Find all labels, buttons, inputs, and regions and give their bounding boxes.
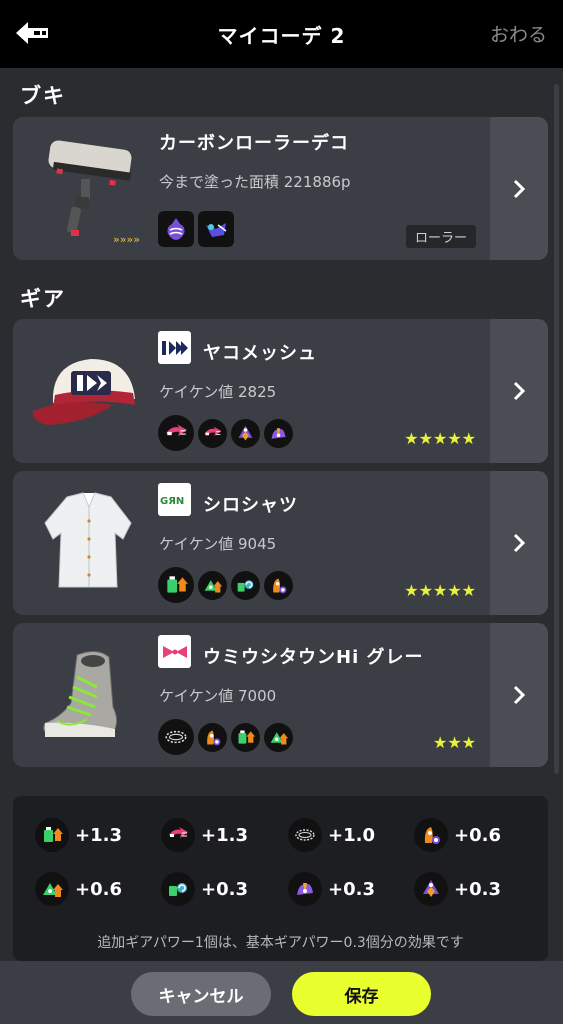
summary-item: +0.6 (35, 872, 122, 906)
gear-card-clothes[interactable]: GЯN シロシャツ ケイケン値 9045 ★★★★★ (13, 471, 548, 615)
page-title: マイコーデ 2 (217, 23, 346, 48)
summary-item: +1.0 (288, 818, 375, 852)
quick-super-jump-icon (198, 722, 227, 752)
quick-super-jump-icon (264, 570, 293, 600)
gear-stars-shoes: ★★★ (432, 733, 476, 752)
summary-value: +1.0 (328, 824, 375, 846)
summary-item: +0.3 (288, 872, 375, 906)
sub-resistance-up-icon (414, 872, 448, 906)
summary-item: +1.3 (161, 818, 248, 852)
gear-abilities-clothes (158, 567, 293, 603)
ink-saver-main-icon (158, 567, 194, 603)
summary-value: +1.3 (75, 824, 122, 846)
shoes-image (27, 637, 149, 757)
gear-section-label: ギア (20, 287, 66, 311)
gear-detail-button-shoes[interactable] (490, 623, 548, 767)
gear-power-note: 追加ギアパワー1個は、基本ギアパワー0.3個分の効果です (97, 935, 464, 951)
gear-exp-clothes: ケイケン値 9045 (159, 535, 277, 553)
finish-button[interactable]: おわる (490, 20, 547, 47)
ink-vac-icon (198, 211, 234, 247)
summary-item: +0.3 (161, 872, 248, 906)
summary-value: +0.3 (454, 878, 501, 900)
quick-respawn-icon (158, 415, 194, 451)
special-saver-icon (264, 418, 293, 448)
summary-value: +0.6 (454, 824, 501, 846)
summary-item: +0.6 (414, 818, 501, 852)
svg-text:»»»»: »»»» (113, 233, 140, 246)
weapon-name: カーボンローラーデコ (159, 133, 349, 154)
gear-name-clothes: シロシャツ (203, 495, 298, 516)
scrollbar[interactable] (554, 84, 559, 774)
svg-text:GЯN: GЯN (160, 496, 184, 507)
weapon-card[interactable]: »»»» カーボンローラーデコ 今まで塗った面積 221886p ローラー (13, 117, 548, 260)
splash-wall-icon (158, 211, 194, 247)
chevron-right-icon (513, 381, 526, 401)
quick-super-jump-icon (414, 818, 448, 852)
gear-card-shoes[interactable]: ウミウシタウンHi グレー ケイケン値 7000 ★★★ (13, 623, 548, 767)
gear-abilities-shoes (158, 719, 293, 755)
sub-resistance-up-icon (231, 418, 260, 448)
run-speed-up-icon (264, 722, 293, 752)
ink-saver-main-icon (35, 818, 69, 852)
gear-detail-button-head[interactable] (490, 319, 548, 463)
gear-exp-head: ケイケン値 2825 (159, 383, 277, 401)
weapon-image: »»»» (27, 127, 149, 247)
summary-item: +0.3 (414, 872, 501, 906)
save-button[interactable]: 保存 (292, 972, 431, 1016)
quick-respawn-icon (161, 818, 195, 852)
gear-name-head: ヤコメッシュ (203, 343, 317, 364)
headgear-image (27, 333, 149, 453)
cancel-button[interactable]: キャンセル (131, 972, 271, 1016)
gear-abilities-head (158, 415, 293, 451)
weapon-turf-inked: 今まで塗った面積 221886p (159, 173, 351, 191)
run-speed-up-icon (198, 570, 227, 600)
squidforce-brand-icon: GЯN (158, 483, 191, 516)
ability-summary-panel: +1.3 +1.3 +1.0 +0.6 +0.6 +0.3 +0.3 +0.3 … (13, 796, 548, 961)
stealth-jump-icon (158, 719, 194, 755)
zekko-brand-icon (158, 331, 191, 364)
clothing-image (27, 483, 149, 603)
chevron-right-icon (513, 179, 526, 198)
summary-value: +0.3 (328, 878, 375, 900)
special-saver-icon (288, 872, 322, 906)
ink-saver-main-icon (231, 722, 260, 752)
top-bar: マイコーデ 2 おわる (0, 0, 563, 68)
summary-item: +1.3 (35, 818, 122, 852)
summary-value: +1.3 (201, 824, 248, 846)
back-arrow-icon (16, 22, 48, 44)
back-button[interactable] (14, 18, 50, 48)
weapon-detail-button[interactable] (490, 117, 548, 260)
ink-recovery-up-icon (161, 872, 195, 906)
gear-exp-shoes: ケイケン値 7000 (159, 687, 277, 705)
weapon-section-label: ブキ (20, 84, 66, 108)
ink-recovery-up-icon (231, 570, 260, 600)
quick-respawn-icon (198, 418, 227, 448)
gear-stars-clothes: ★★★★★ (404, 581, 476, 600)
tentatek-brand-icon (158, 635, 191, 668)
stealth-jump-icon (288, 818, 322, 852)
weapon-class-badge: ローラー (405, 225, 476, 248)
run-speed-up-icon (35, 872, 69, 906)
summary-value: +0.6 (75, 878, 122, 900)
weapon-kit (158, 211, 234, 247)
chevron-right-icon (513, 533, 526, 553)
gear-detail-button-clothes[interactable] (490, 471, 548, 615)
gear-stars-head: ★★★★★ (404, 429, 476, 448)
bottom-bar: キャンセル 保存 (0, 961, 563, 1024)
gear-name-shoes: ウミウシタウンHi グレー (203, 647, 424, 668)
gear-card-head[interactable]: ヤコメッシュ ケイケン値 2825 ★★★★★ (13, 319, 548, 463)
chevron-right-icon (513, 685, 526, 705)
summary-value: +0.3 (201, 878, 248, 900)
